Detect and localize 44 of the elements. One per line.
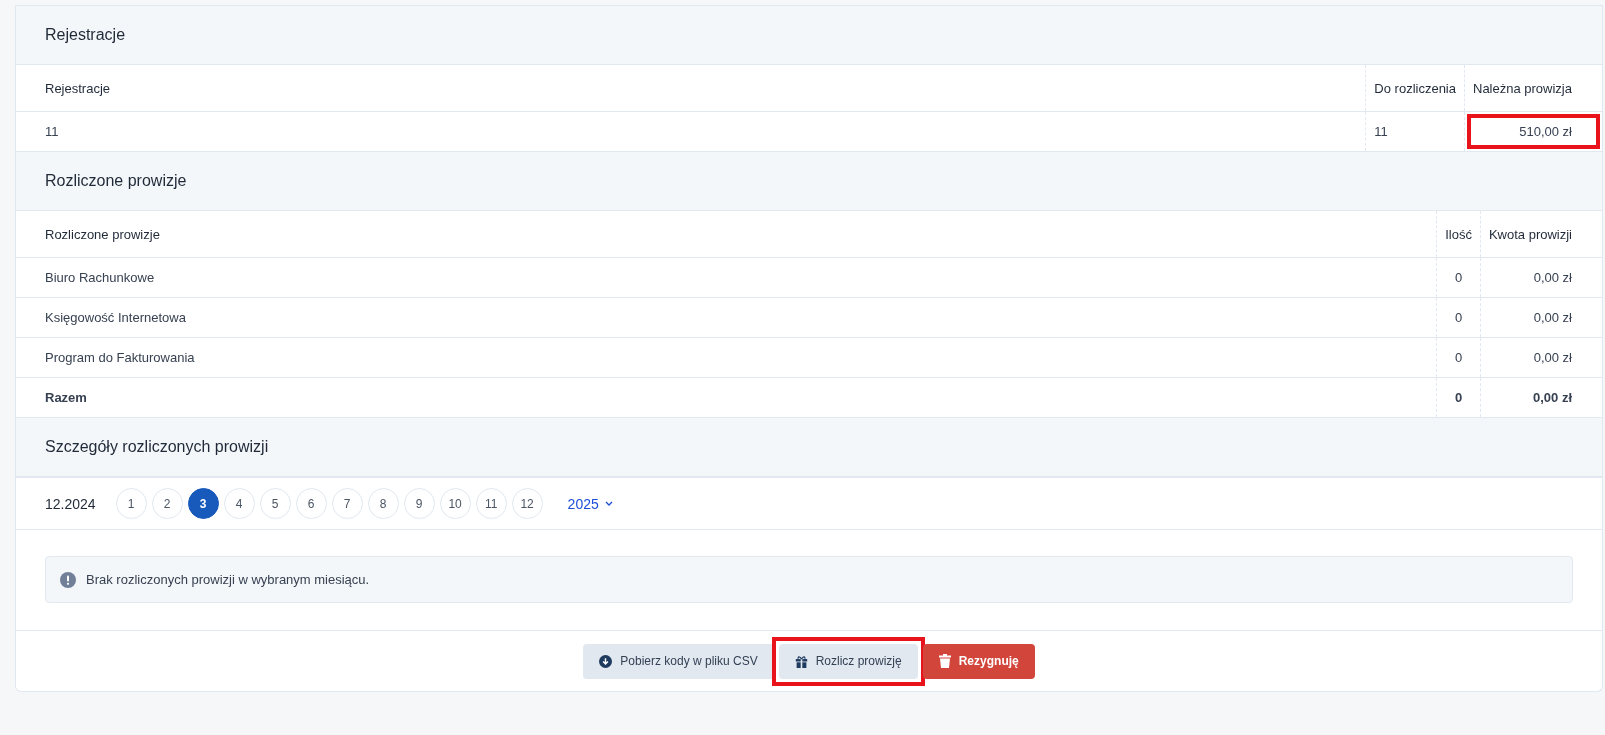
trash-icon [938,654,951,668]
download-button[interactable]: Pobierz kody w pliku CSV [583,643,774,679]
month-button[interactable]: 5 [259,488,291,519]
column-header: Ilość [1436,211,1481,258]
table-cell: 0,00 zł [1480,337,1602,378]
table-cell: 0 [1436,337,1481,378]
table-cell: Razem [16,377,1437,417]
column-header: Należna prowizja [1464,65,1602,112]
table-cell: 0,00 zł [1480,297,1602,338]
section-title: Szczegóły rozliczonych prowizji [45,438,269,456]
month-button[interactable]: 6 [295,488,327,519]
table-cell: Księgowość Internetowa [16,297,1437,338]
month-button[interactable]: 12 [511,488,543,519]
exclamation-icon [60,571,76,588]
month-button[interactable]: 1 [115,488,147,519]
month-button[interactable]: 8 [367,488,399,519]
month-button[interactable]: 9 [403,488,435,519]
column-header: Rejestracje [16,65,1366,112]
column-header: Kwota prowizji [1480,211,1602,258]
table-cell: 0 [1436,257,1481,298]
table-cell: 0,00 zł [1480,257,1602,298]
chevron-down-icon [604,501,613,506]
column-header: Do rozliczenia [1365,65,1465,112]
column-header: Rozliczone prowizje [16,211,1437,258]
settle-button[interactable]: Rozlicz prowizję [778,643,918,679]
section-title: Rejestracje [45,26,126,44]
table-cell: 510,00 zł [1464,111,1602,151]
download-icon [599,654,613,668]
table-cell: Program do Fakturowania [16,337,1437,378]
month-button[interactable]: 7 [331,488,363,519]
period-label: 12.2024 [45,495,96,512]
resign-button[interactable]: Rezygnuję [922,643,1035,679]
month-button[interactable]: 3 [187,488,219,519]
alert-text: Brak rozliczonych prowizji w wybranym miesiącu. [86,572,370,587]
table-cell: Biuro Rachunkowe [16,257,1437,298]
month-button[interactable]: 11 [475,488,507,519]
table-cell: 0 [1436,297,1481,338]
table-cell: 11 [16,111,1366,151]
month-button[interactable]: 2 [151,488,183,519]
year-dropdown[interactable]: 2025 [561,494,619,513]
month-button[interactable]: 4 [223,488,255,519]
month-button[interactable]: 10 [439,488,471,519]
gift-icon [794,654,808,668]
section-title: Rozliczone prowizje [45,172,187,190]
